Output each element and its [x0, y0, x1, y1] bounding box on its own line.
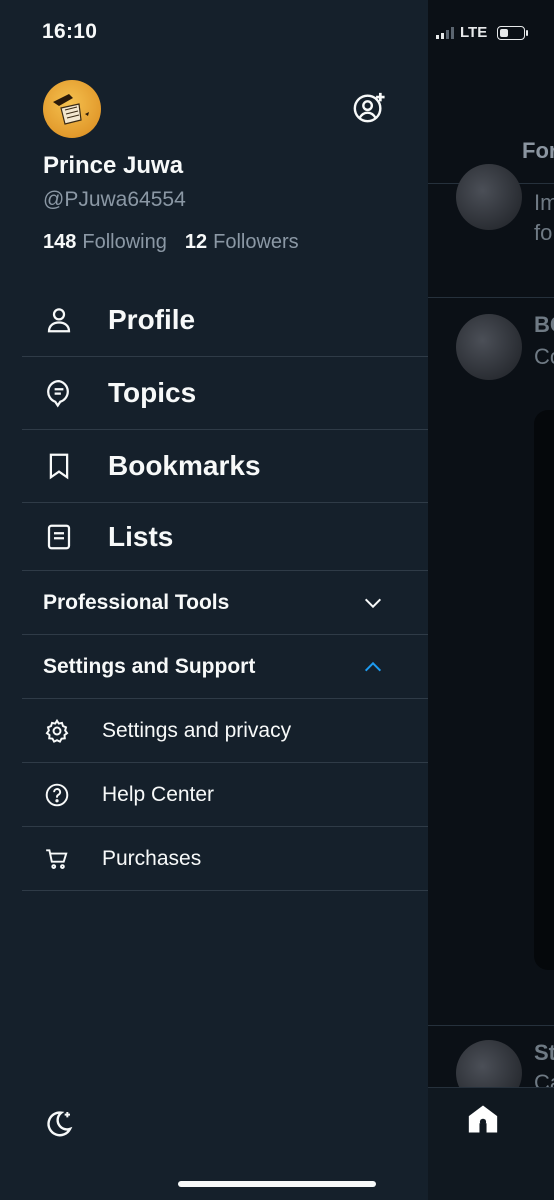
chevron-down-icon — [362, 592, 384, 614]
settings-privacy-item[interactable]: Settings and privacy — [22, 699, 428, 763]
status-bar-right: LTE — [428, 0, 554, 64]
avatar[interactable] — [43, 80, 101, 138]
following-label: Following — [82, 231, 167, 253]
status-time: 16:10 — [42, 20, 98, 43]
gear-icon — [44, 718, 70, 744]
post-author: BC — [534, 312, 554, 337]
side-drawer: 16:10 Prince Juwa @PJuwa64554 148 Followi… — [0, 0, 428, 1200]
nav-item-label: Lists — [108, 520, 174, 552]
avatar[interactable] — [456, 164, 522, 230]
avatar[interactable] — [456, 314, 522, 380]
nav-item-profile[interactable]: Profile — [22, 284, 428, 357]
help-center-item[interactable]: Help Center — [22, 763, 428, 827]
post-text: fo — [534, 220, 553, 245]
following-count: 148 — [43, 231, 77, 253]
profile-name[interactable]: Prince Juwa — [43, 152, 183, 180]
add-account-icon[interactable] — [352, 90, 386, 124]
nav-item-lists[interactable]: Lists — [22, 503, 428, 571]
followers-label: Followers — [213, 231, 299, 253]
nav-item-bookmarks[interactable]: Bookmarks — [22, 430, 428, 503]
network-indicator: LTE — [436, 24, 529, 41]
post-author: St — [534, 1040, 554, 1065]
home-icon[interactable] — [466, 1102, 500, 1136]
bookmark-icon — [44, 451, 74, 481]
topics-icon — [44, 378, 74, 408]
followers-link[interactable]: 12 Followers — [185, 231, 299, 254]
settings-privacy-label: Settings and privacy — [102, 718, 292, 742]
followers-count: 12 — [184, 231, 208, 253]
list-icon — [44, 522, 74, 552]
display-mode-icon[interactable] — [42, 1108, 74, 1140]
nav-item-label: Bookmarks — [108, 450, 261, 481]
nav-item-label: Profile — [108, 304, 196, 335]
help-icon — [44, 782, 70, 808]
post-text: Co — [534, 344, 554, 369]
person-icon — [44, 305, 74, 335]
help-center-label: Help Center — [102, 782, 215, 806]
nav-item-topics[interactable]: Topics — [22, 357, 428, 430]
follow-stats: 148 Following 12 Followers — [43, 231, 299, 254]
following-link[interactable]: 148 Following — [43, 231, 167, 254]
bottom-tab-bar — [428, 1087, 554, 1200]
post-text: Im — [534, 190, 554, 215]
purchases-label: Purchases — [102, 846, 202, 870]
post-media[interactable] — [534, 410, 554, 970]
chevron-up-icon — [362, 656, 384, 678]
section-label: Settings and Support — [43, 654, 256, 678]
section-label: Professional Tools — [43, 590, 230, 614]
cart-icon — [44, 846, 70, 872]
profile-handle: @PJuwa64554 — [43, 188, 186, 211]
divider — [428, 297, 554, 298]
battery-icon — [497, 25, 529, 40]
tab-for-you[interactable]: For — [522, 138, 554, 164]
home-indicator — [178, 1181, 376, 1187]
network-label: LTE — [460, 24, 488, 41]
settings-support-toggle[interactable]: Settings and Support — [22, 635, 428, 699]
divider — [428, 1025, 554, 1026]
background-timeline: LTE For Im fo BC Co St Ca — [428, 0, 554, 1200]
professional-tools-toggle[interactable]: Professional Tools — [22, 571, 428, 635]
nav-item-label: Topics — [108, 377, 197, 408]
purchases-item[interactable]: Purchases — [22, 827, 428, 891]
signal-icon — [436, 26, 454, 39]
